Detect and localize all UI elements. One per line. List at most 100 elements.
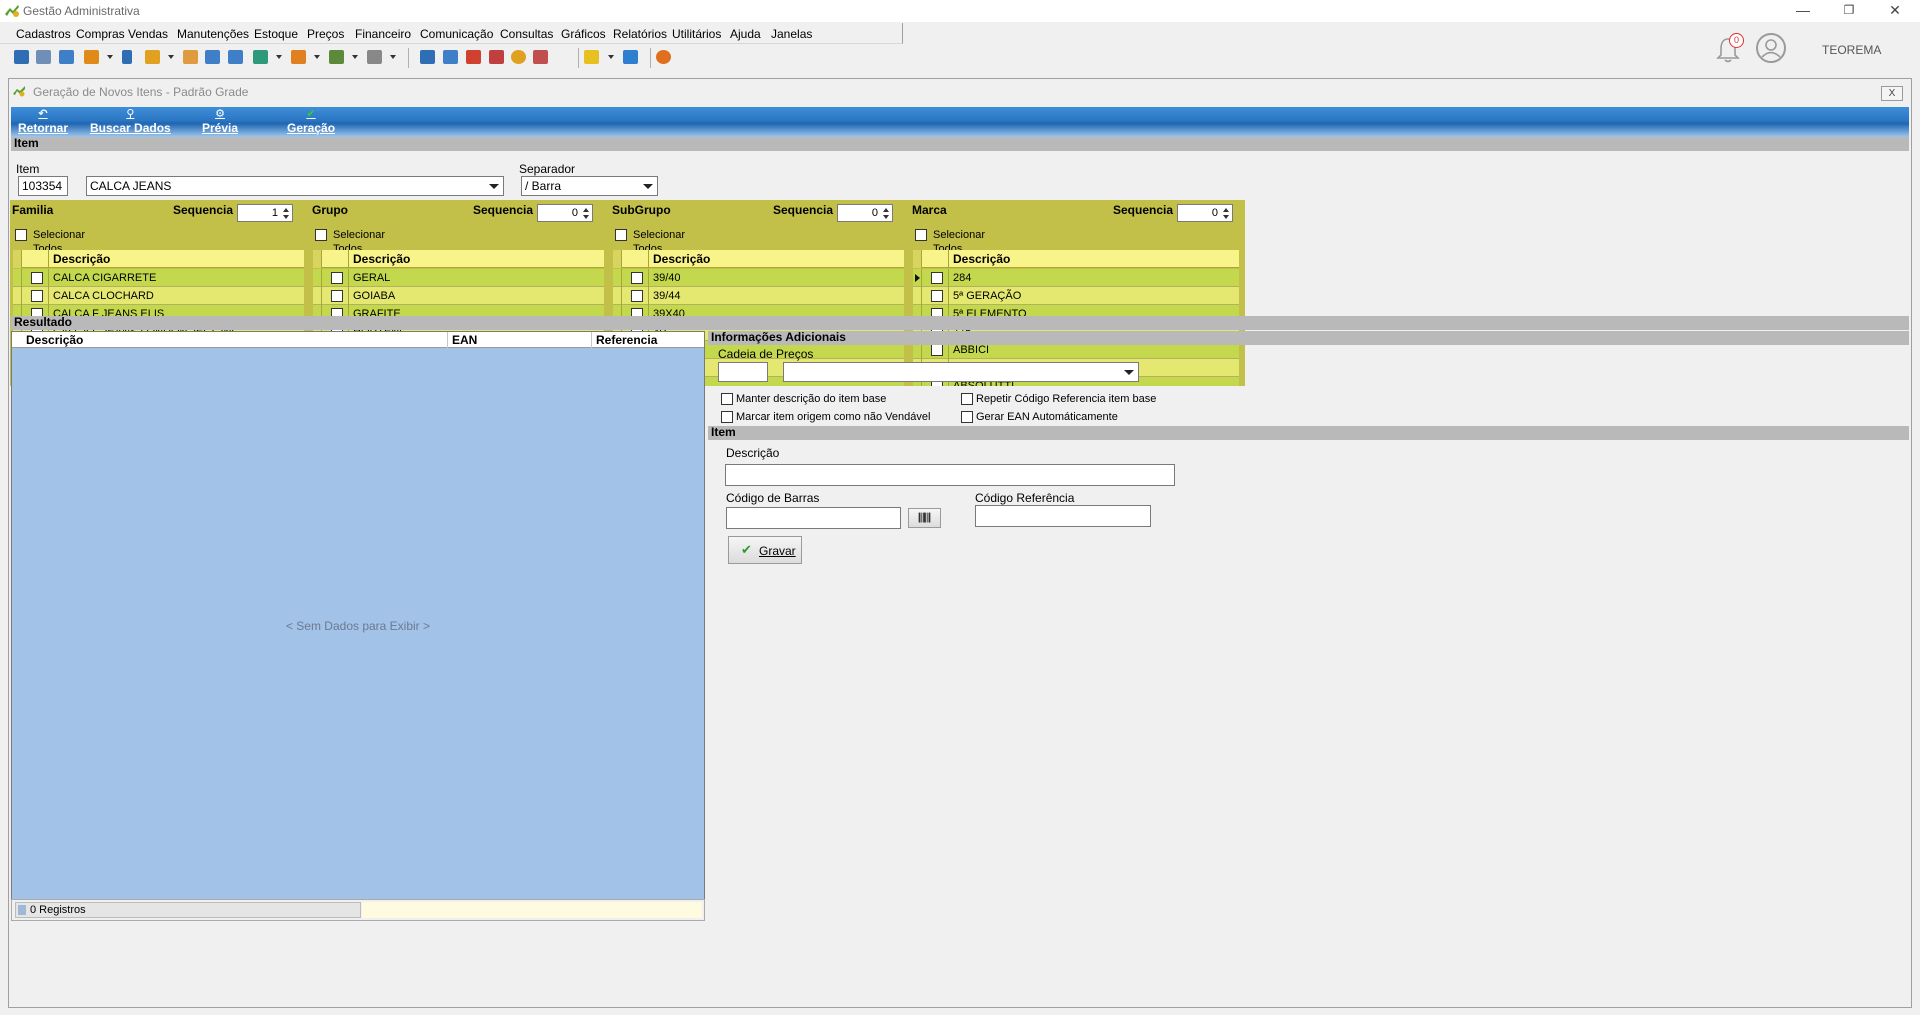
close-window-button[interactable]: ✕ — [1872, 0, 1918, 22]
menu-item[interactable]: Vendas — [128, 27, 168, 41]
dropdown-icon[interactable] — [314, 55, 320, 59]
folder-icon[interactable] — [145, 50, 160, 64]
fetch-data-button[interactable]: ⚲ Buscar Dados — [90, 109, 171, 136]
calculator-icon[interactable] — [443, 50, 458, 64]
save-button[interactable]: ✔ Gravar — [728, 536, 802, 564]
chevron-down-icon[interactable] — [1124, 370, 1134, 375]
sequence-spinner[interactable]: 0 — [1177, 204, 1233, 222]
list-item[interactable]: CALCA CIGARRETE — [13, 269, 304, 287]
price-chain-select[interactable] — [783, 362, 1139, 382]
col-referencia[interactable]: Referencia — [596, 333, 657, 347]
column-descricao[interactable]: Descrição — [53, 252, 110, 266]
select-all-checkbox[interactable]: Selecionar Todos — [15, 228, 115, 255]
list-item[interactable]: 5ª GERAÇÃO — [913, 287, 1239, 305]
schedule-icon[interactable] — [489, 50, 504, 64]
keep-description-checkbox[interactable]: Manter descrição do item base — [721, 393, 886, 406]
menu-item[interactable]: Comunicação — [420, 27, 493, 41]
row-checkbox[interactable] — [31, 272, 43, 284]
spin-up-icon[interactable] — [283, 208, 289, 212]
menu-item[interactable]: Janelas — [771, 27, 812, 41]
hierarchy-icon[interactable] — [84, 50, 99, 64]
checkbox[interactable] — [961, 393, 973, 405]
return-button[interactable]: ↶ Retornar — [18, 109, 68, 136]
select-all-checkbox[interactable]: Selecionar Todos — [315, 228, 415, 255]
dropdown-icon[interactable] — [168, 55, 174, 59]
user-icon[interactable] — [183, 50, 198, 64]
menu-item[interactable]: Utilitários — [672, 27, 721, 41]
row-checkbox[interactable] — [631, 290, 643, 302]
spin-down-icon[interactable] — [583, 215, 589, 219]
report-icon[interactable] — [205, 50, 220, 64]
row-checkbox[interactable] — [931, 272, 943, 284]
checkbox[interactable] — [721, 411, 733, 423]
dropdown-icon[interactable] — [608, 55, 614, 59]
spin-up-icon[interactable] — [1223, 208, 1229, 212]
menu-item[interactable]: Preços — [307, 27, 344, 41]
search-report-icon[interactable] — [533, 50, 548, 64]
result-grid[interactable]: Descrição EAN Referencia < Sem Dados par… — [11, 331, 705, 921]
mark-not-sellable-checkbox[interactable]: Marcar item origem como não Vendável — [721, 411, 930, 424]
dropdown-icon[interactable] — [352, 55, 358, 59]
checkbox[interactable] — [915, 229, 927, 241]
sequence-spinner[interactable]: 0 — [537, 204, 593, 222]
list-item[interactable]: CALCA CLOCHARD — [13, 287, 304, 305]
menu-item[interactable]: Consultas — [500, 27, 553, 41]
restore-button[interactable]: ❐ — [1826, 0, 1872, 22]
row-checkbox[interactable] — [331, 290, 343, 302]
cart-icon[interactable] — [253, 50, 268, 64]
agenda-icon[interactable] — [466, 50, 481, 64]
coin-icon[interactable] — [511, 50, 526, 64]
menu-item[interactable]: Compras — [76, 27, 125, 41]
generation-button[interactable]: ✔ Geração — [287, 109, 335, 136]
barcode-button[interactable] — [908, 508, 941, 528]
sequence-spinner[interactable]: 1 — [237, 204, 293, 222]
list-item[interactable]: GERAL — [313, 269, 604, 287]
sequence-spinner[interactable]: 0 — [837, 204, 893, 222]
column-descricao[interactable]: Descrição — [953, 252, 1010, 266]
row-checkbox[interactable] — [331, 272, 343, 284]
row-checkbox[interactable] — [931, 290, 943, 302]
dropdown-icon[interactable] — [390, 55, 396, 59]
menu-item[interactable]: Ajuda — [730, 27, 761, 41]
info-icon[interactable] — [623, 50, 638, 64]
spin-down-icon[interactable] — [283, 215, 289, 219]
chevron-down-icon[interactable] — [643, 184, 653, 189]
col-ean[interactable]: EAN — [452, 333, 477, 347]
money-icon[interactable] — [329, 50, 344, 64]
column-descricao[interactable]: Descrição — [353, 252, 410, 266]
new-icon[interactable] — [14, 50, 29, 64]
col-descricao[interactable]: Descrição — [26, 333, 83, 347]
auto-ean-checkbox[interactable]: Gerar EAN Automáticamente — [961, 411, 1118, 424]
row-checkbox[interactable] — [31, 290, 43, 302]
menu-item[interactable]: Relatórios — [613, 27, 667, 41]
power-icon[interactable] — [656, 50, 671, 64]
row-checkbox[interactable] — [931, 344, 943, 356]
select-all-checkbox[interactable]: Selecionar Todos — [915, 228, 1015, 255]
spin-up-icon[interactable] — [583, 208, 589, 212]
menu-item[interactable]: Estoque — [254, 27, 298, 41]
price-chain-code-input[interactable] — [718, 362, 768, 382]
dropdown-icon[interactable] — [107, 55, 113, 59]
menu-item[interactable]: Gráficos — [561, 27, 606, 41]
customers-icon[interactable] — [36, 50, 51, 64]
minimize-button[interactable]: — — [1780, 0, 1826, 22]
spin-down-icon[interactable] — [883, 215, 889, 219]
repeat-reference-checkbox[interactable]: Repetir Código Referencia item base — [961, 393, 1156, 406]
orders-icon[interactable] — [291, 50, 306, 64]
preview-button[interactable]: ⚙ Prévia — [202, 109, 238, 136]
checkbox[interactable] — [15, 229, 27, 241]
row-checkbox[interactable] — [631, 272, 643, 284]
calendar-icon[interactable] — [420, 50, 435, 64]
document-icon[interactable] — [122, 50, 132, 64]
chevron-down-icon[interactable] — [489, 184, 499, 189]
list-item[interactable]: 39/40 — [613, 269, 904, 287]
list-item[interactable]: GOIABA — [313, 287, 604, 305]
card-icon[interactable] — [59, 50, 74, 64]
checkbox[interactable] — [961, 411, 973, 423]
spin-down-icon[interactable] — [1223, 215, 1229, 219]
barcode-input[interactable] — [726, 507, 901, 529]
list-item[interactable]: 39/44 — [613, 287, 904, 305]
menu-item[interactable]: Manutenções — [177, 27, 249, 41]
list-item[interactable]: 284 — [913, 269, 1239, 287]
printer-icon[interactable] — [367, 50, 382, 64]
